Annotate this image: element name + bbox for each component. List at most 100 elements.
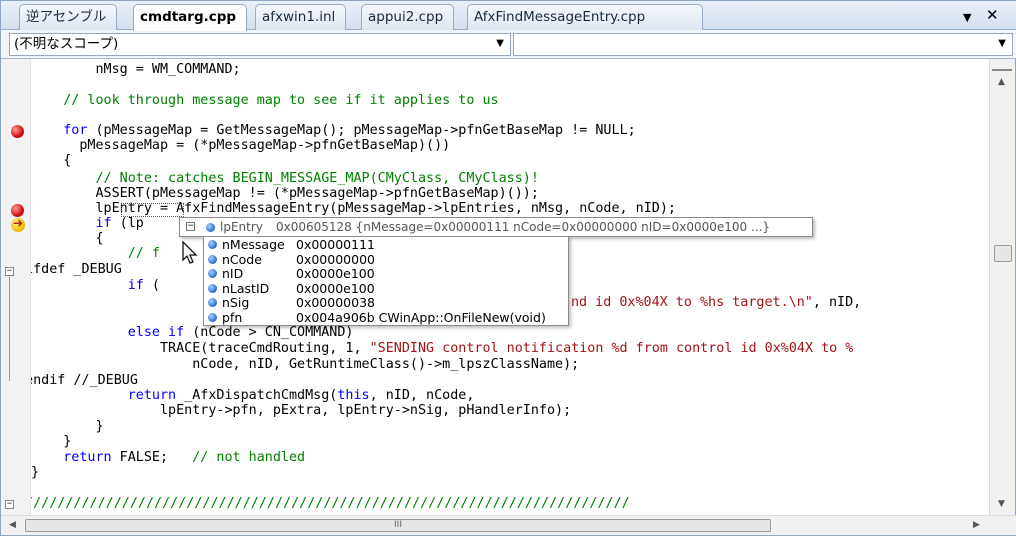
code-line: nd id 0x%04X to %hs target.\n", nID, xyxy=(571,295,861,311)
datatip-row[interactable]: nMessage 0x00000111 xyxy=(204,237,568,252)
code-line: return FALSE; // not handled xyxy=(31,450,305,466)
member-value[interactable]: 0x0000e100 xyxy=(296,281,375,296)
datatip-variable-value[interactable]: 0x00605128 {nMessage=0x00000111 nCode=0x… xyxy=(276,218,770,236)
member-value[interactable]: 0x00000038 xyxy=(296,295,375,310)
code-line: #endif //_DEBUG xyxy=(31,373,138,388)
breakpoint-margin[interactable]: ➜ − − xyxy=(1,59,31,515)
scroll-grip: III xyxy=(394,520,402,530)
code-line: TRACE(traceCmdRouting, 1, "SENDING contr… xyxy=(31,341,853,357)
vertical-scrollbar[interactable]: ▲ ▼ xyxy=(989,59,1015,515)
code-line: { xyxy=(31,153,72,168)
code-line: if ( xyxy=(31,278,160,294)
instruction-pointer-icon[interactable]: ➜ xyxy=(11,216,25,232)
code-line: if (lp xyxy=(31,216,144,232)
datatip-row[interactable]: nID 0x0000e100 xyxy=(204,266,568,281)
code-line: nCode, nID, GetRuntimeClass()->m_lpszCla… xyxy=(31,357,580,372)
scroll-down-arrow-icon[interactable]: ▼ xyxy=(998,499,1005,509)
code-text: , nID, nCode, xyxy=(369,388,475,403)
code-line: nMsg = WM_COMMAND; xyxy=(31,62,241,77)
datatip-row[interactable]: nCode 0x00000000 xyxy=(204,252,568,267)
navigation-bar: (不明なスコープ) ▼ ▼ xyxy=(1,30,1016,59)
keyword: this xyxy=(337,388,370,403)
member-dropdown[interactable]: ▼ xyxy=(513,33,1013,56)
tab-appui2-cpp[interactable]: appui2.cpp xyxy=(361,4,455,30)
comment: // not handled xyxy=(192,450,306,465)
chevron-down-icon: ▼ xyxy=(496,38,504,49)
member-name: nCode xyxy=(222,251,262,267)
code-text: TRACE(traceCmdRouting, 1, xyxy=(31,341,370,356)
datatip-row[interactable]: nLastID 0x0000e100 xyxy=(204,281,568,296)
code-line: // look through message map to see if it… xyxy=(31,93,499,108)
member-icon xyxy=(206,223,215,232)
tab-cmdtarg-cpp[interactable]: cmdtarg.cpp xyxy=(133,4,248,31)
code-line: for (pMessageMap = GetMessageMap(); pMes… xyxy=(31,123,636,139)
tab-afxwin1-inl[interactable]: afxwin1.inl xyxy=(255,4,347,30)
code-text: FALSE; xyxy=(111,450,193,465)
horizontal-scrollbar[interactable]: ◀ III ▶ xyxy=(1,515,1016,535)
datatip-row[interactable]: pfn 0x004a906b CWinApp::OnFileNew(void) xyxy=(204,310,568,325)
tab-afxfindmessageentry-cpp[interactable]: AfxFindMessageEntry.cpp xyxy=(467,4,703,30)
keyword: return xyxy=(31,388,177,403)
code-line: else if (nCode > CN_COMMAND) xyxy=(31,325,354,341)
breakpoint-icon[interactable] xyxy=(11,125,24,138)
editor-window: 逆アセンブル cmdtarg.cpp afxwin1.inl appui2.cp… xyxy=(0,0,1016,536)
tab-label: afxwin1.inl xyxy=(262,9,336,25)
vertical-scroll-thumb[interactable] xyxy=(994,245,1012,262)
member-icon xyxy=(208,254,217,264)
member-value[interactable]: 0x00000111 xyxy=(296,237,375,252)
chevron-down-icon: ▼ xyxy=(998,38,1006,49)
member-value[interactable]: 0x004a906b CWinApp::OnFileNew(void) xyxy=(296,310,546,325)
mouse-pointer-icon xyxy=(182,241,198,264)
horizontal-scroll-thumb[interactable]: III xyxy=(25,519,771,532)
code-line: } xyxy=(31,419,104,434)
collapse-region-icon[interactable]: − xyxy=(5,267,14,276)
code-text: _AfxDispatchCmdMsg( xyxy=(176,388,338,403)
code-text: , nID, xyxy=(812,295,862,310)
code-line: ASSERT(pMessageMap != (*pMessageMap->pfn… xyxy=(31,186,539,201)
member-value[interactable]: 0x00000000 xyxy=(296,252,375,267)
scroll-right-arrow-icon[interactable]: ▶ xyxy=(973,520,980,530)
tab-label: 逆アセンブル xyxy=(26,9,107,25)
member-value[interactable]: 0x0000e100 xyxy=(296,266,375,281)
member-icon xyxy=(208,240,217,249)
code-line: { xyxy=(31,231,104,246)
code-line: return _AfxDispatchCmdMsg(this, nID, nCo… xyxy=(31,388,475,404)
scroll-up-arrow-icon[interactable]: ▲ xyxy=(998,77,1005,87)
fold-guide-line xyxy=(9,277,10,381)
member-icon xyxy=(208,312,217,322)
code-line: } xyxy=(31,434,72,449)
member-icon xyxy=(208,283,217,293)
keyword: for xyxy=(31,123,88,138)
code-line: #ifdef _DEBUG xyxy=(31,262,122,277)
member-icon xyxy=(208,269,217,278)
tab-list-dropdown-icon[interactable]: ▼ xyxy=(963,10,971,26)
minus-expand-icon[interactable]: − xyxy=(186,222,195,231)
code-line: lpEntry->pfn, pExtra, lpEntry->nSig, pHa… xyxy=(31,403,572,418)
code-line: ////////////////////////////////////////… xyxy=(31,496,630,511)
code-text: ( xyxy=(143,278,160,293)
code-line: pMessageMap = (*pMessageMap->pfnGetBaseM… xyxy=(31,138,451,153)
datatip-members: nMessage 0x00000111 nCode 0x00000000 nID 0x… xyxy=(203,236,569,326)
keyword: else if xyxy=(31,325,185,340)
close-tab-icon[interactable]: ✕ xyxy=(986,7,999,23)
collapse-region-icon[interactable]: − xyxy=(5,500,14,509)
code-line: // Note: catches BEGIN_MESSAGE_MAP(CMyCl… xyxy=(31,171,539,186)
code-text: (lp xyxy=(111,216,144,231)
member-name: nLastID xyxy=(222,280,270,296)
member-name: nID xyxy=(222,266,244,281)
code-line: // f xyxy=(31,246,160,261)
string-literal: "SENDING control notification %d from co… xyxy=(369,341,854,356)
scroll-left-arrow-icon[interactable]: ◀ xyxy=(9,520,16,530)
hovered-identifier-outline xyxy=(121,203,184,217)
code-text: (nCode > CN_COMMAND) xyxy=(184,325,354,340)
member-name: pfn xyxy=(222,309,243,325)
member-name: nSig xyxy=(222,295,250,310)
datatip-header[interactable]: − lpEntry 0x00605128 {nMessage=0x0000011… xyxy=(179,217,813,237)
datatip-row[interactable]: nSig 0x00000038 xyxy=(204,295,568,310)
tab-label: AfxFindMessageEntry.cpp xyxy=(474,9,646,25)
code-text: (pMessageMap = GetMessageMap(); pMessage… xyxy=(87,123,636,138)
scope-dropdown[interactable]: (不明なスコープ) ▼ xyxy=(9,33,511,56)
tab-disassembly[interactable]: 逆アセンブル xyxy=(19,4,118,30)
split-handle[interactable] xyxy=(992,59,1012,71)
document-tab-strip: 逆アセンブル cmdtarg.cpp afxwin1.inl appui2.cp… xyxy=(1,1,1016,31)
